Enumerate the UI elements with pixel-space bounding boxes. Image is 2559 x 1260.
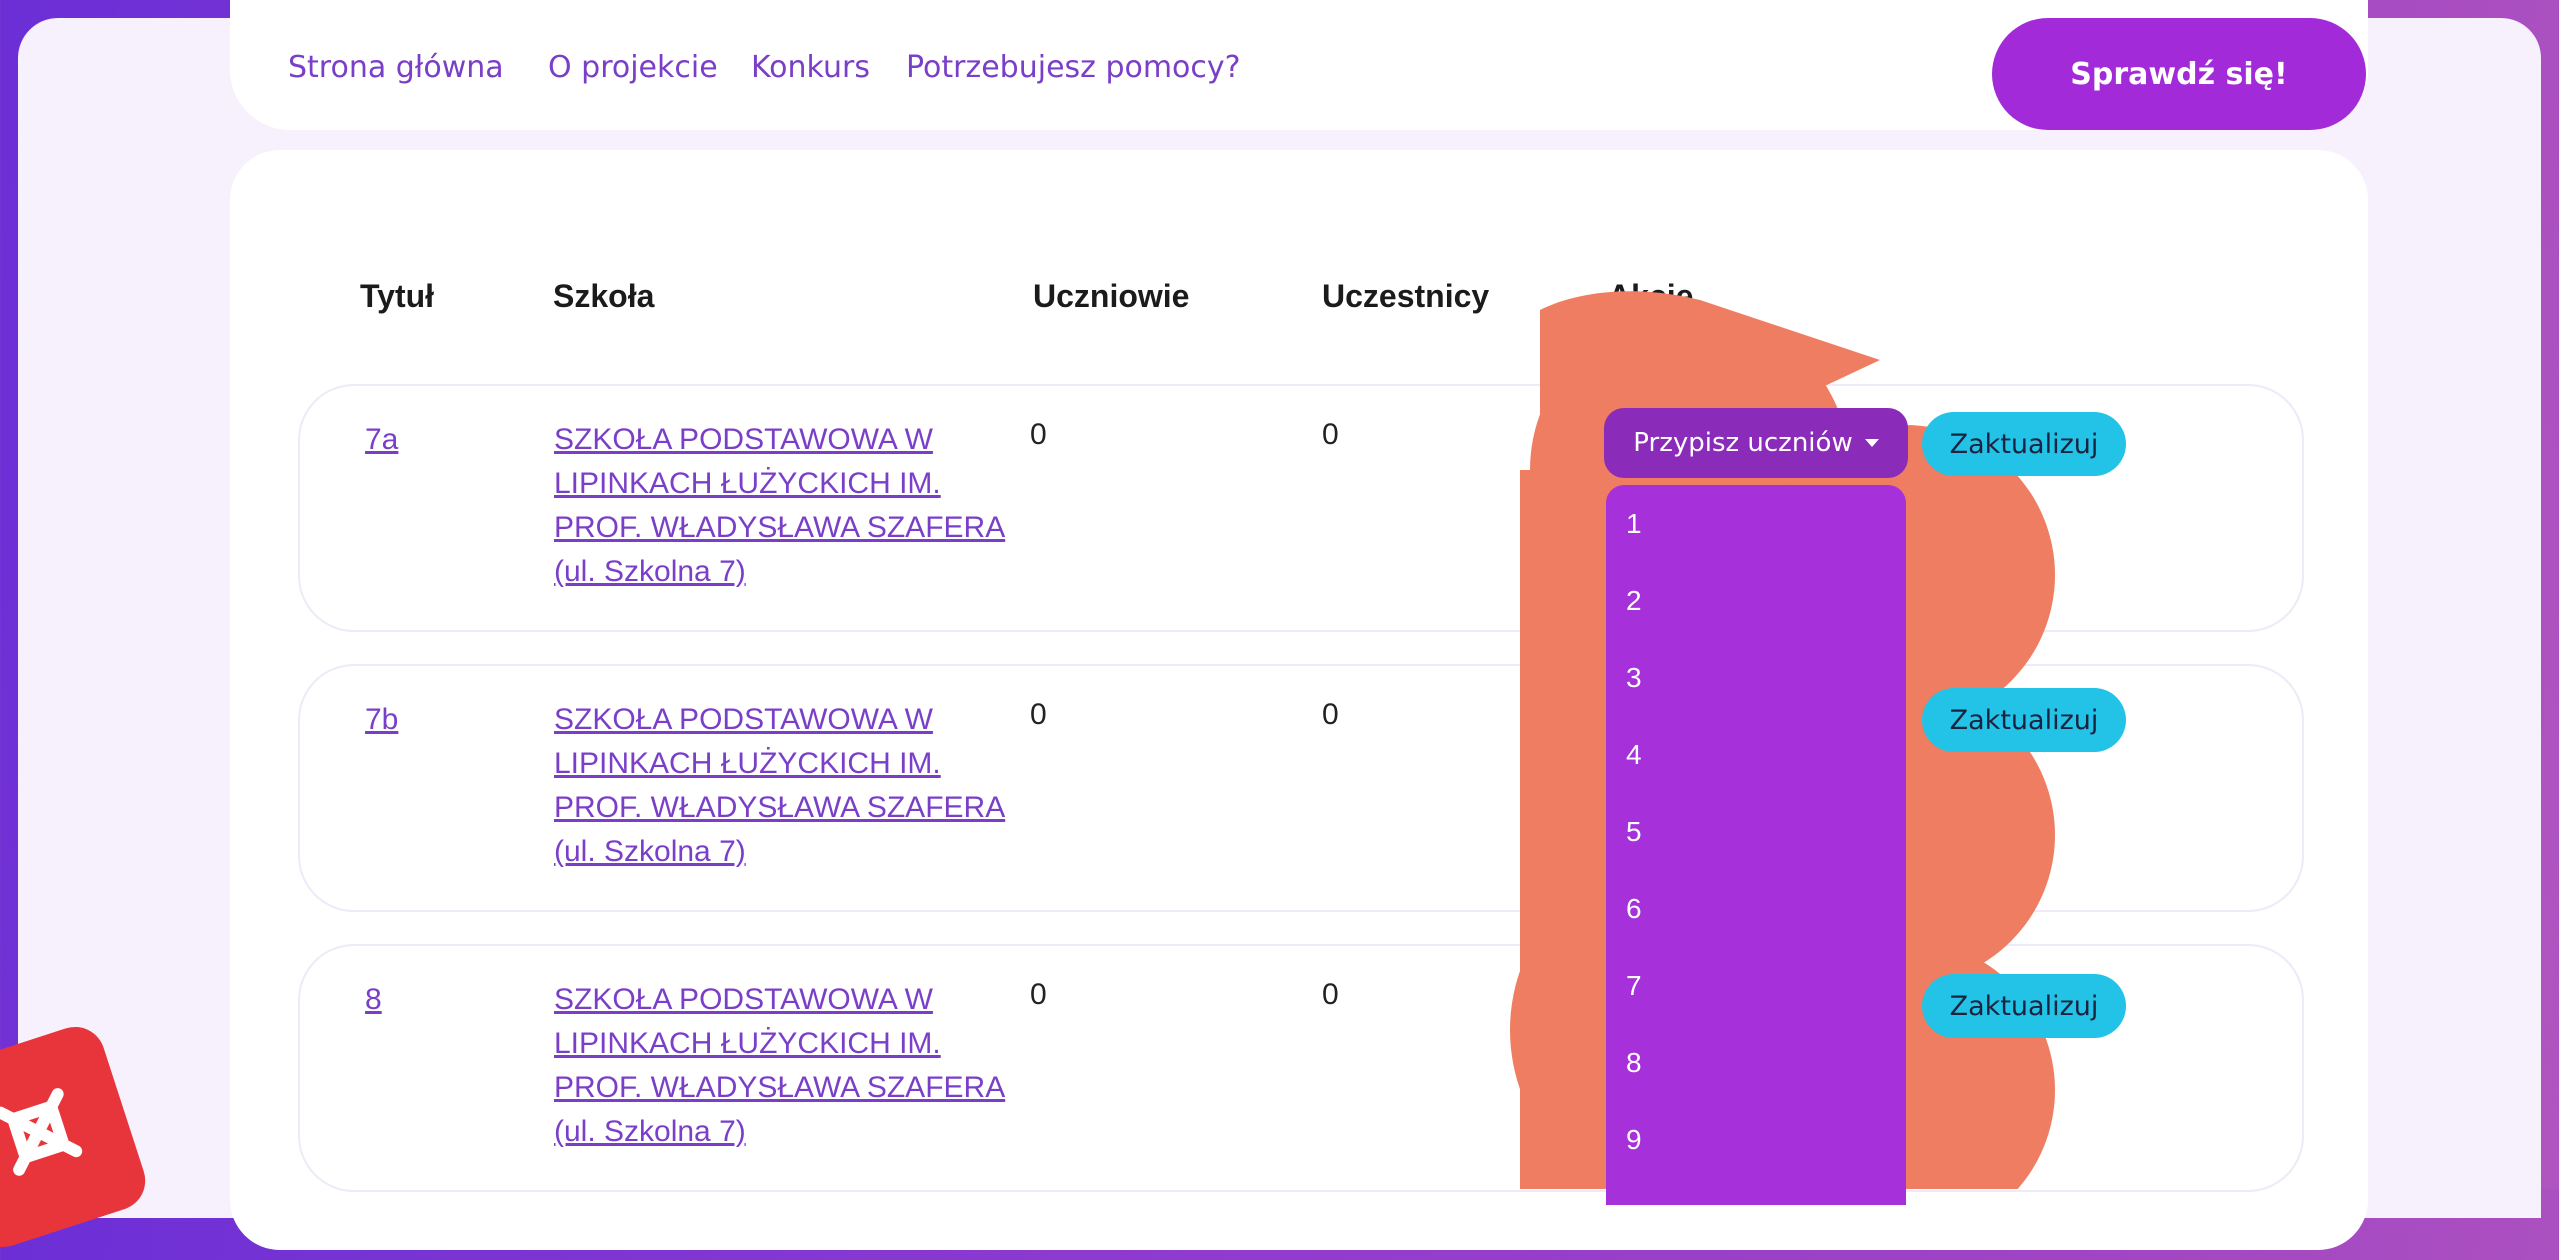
update-button[interactable]: Zaktualizuj — [1922, 688, 2126, 752]
update-button[interactable]: Zaktualizuj — [1922, 412, 2126, 476]
dropdown-option[interactable]: 7 — [1606, 947, 1906, 1024]
dropdown-menu: 1 2 3 4 5 6 7 8 9 — [1606, 485, 1906, 1205]
dropdown-option[interactable]: 3 — [1606, 639, 1906, 716]
caret-down-icon — [1864, 439, 1879, 447]
dropdown-option[interactable]: 1 — [1606, 485, 1906, 562]
dropdown-option[interactable]: 6 — [1606, 870, 1906, 947]
dropdown-option[interactable]: 4 — [1606, 716, 1906, 793]
dropdown-option[interactable]: 8 — [1606, 1024, 1906, 1101]
highlight-blob — [1510, 291, 2055, 1189]
assign-students-dropdown[interactable]: Przypisz uczniów — [1604, 408, 1908, 478]
dropdown-option[interactable]: 5 — [1606, 793, 1906, 870]
dropdown-option[interactable]: 9 — [1606, 1101, 1906, 1178]
assign-students-label: Przypisz uczniów — [1633, 428, 1853, 458]
dropdown-option[interactable]: 2 — [1606, 562, 1906, 639]
update-button[interactable]: Zaktualizuj — [1922, 974, 2126, 1038]
